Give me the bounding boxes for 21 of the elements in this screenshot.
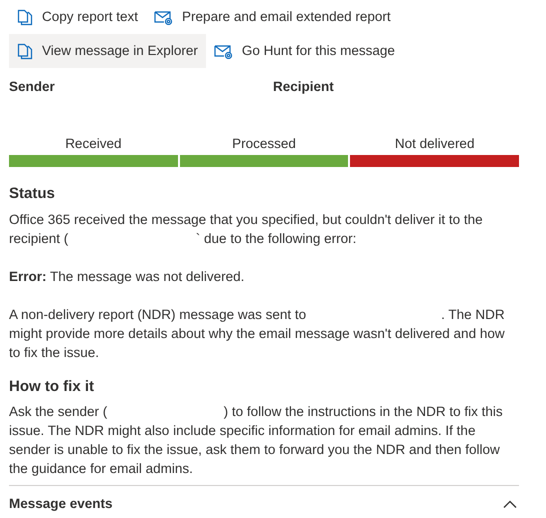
paragraph: A non-delivery report (NDR) message was sent to . The NDR might provide more details about why the email message wasn't delivered and how to fix the issue. [9, 306, 506, 362]
caret-icon [503, 500, 517, 508]
stage-label: Not delivered [394, 135, 474, 153]
section-heading: How to fix it [9, 376, 95, 396]
toolbar-button[interactable]: Prepare and email extended report [146, 0, 399, 34]
paragraph: Error: The message was not delivered. [9, 268, 246, 286]
toolbar-button[interactable]: Go Hunt for this message [206, 34, 403, 68]
copy-icon [17, 42, 33, 60]
toolbar-button[interactable]: View message in Explorer [9, 34, 206, 68]
stage-label: Received [65, 135, 122, 153]
paragraph: Ask the sender ( ) to follow the instructions in the NDR to fix this issue. The NDR might also include specific information for email admins. If the sender is unable to fix the issue, ask them to forward you the NDR and then follow the guidance for email admins. [9, 403, 504, 478]
paragraph: Office 365 received the message that you specified, but couldn't deliver it to the recipient ( ` due to the following error: [9, 210, 484, 248]
mail-icon [154, 10, 174, 24]
stage-label: Processed [232, 135, 296, 153]
toolbar-button[interactable]: Copy report text [9, 0, 146, 34]
copy-icon [17, 8, 33, 26]
field-label: Recipient [273, 79, 334, 94]
section-heading: Status [9, 184, 56, 204]
field-label: Sender [9, 79, 55, 94]
accordion-header[interactable]: Message events [9, 485, 519, 514]
mail-icon [214, 44, 233, 58]
